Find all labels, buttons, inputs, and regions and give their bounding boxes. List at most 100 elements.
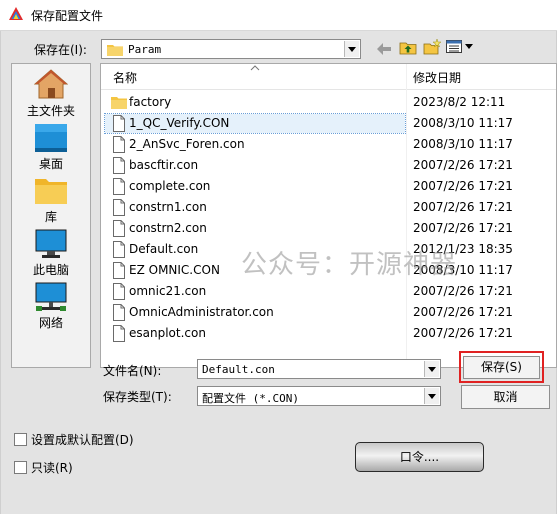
watermark-text: 公众号：开源神器 — [241, 250, 458, 280]
filename-input[interactable]: Default.con — [197, 359, 441, 379]
file-date: 2007/2/26 17:21 — [413, 179, 513, 193]
home-icon — [34, 69, 68, 99]
name-cell: 2_AnSvc_Foren.con — [105, 135, 405, 154]
file-name: constrn2.con — [129, 221, 207, 235]
place-computer[interactable]: 此电脑 — [12, 229, 90, 287]
file-name: Default.con — [129, 242, 199, 256]
file-name: 1_QC_Verify.CON — [129, 116, 230, 130]
save-in-value: Param — [128, 43, 162, 56]
name-cell: esanplot.con — [105, 324, 405, 343]
view-menu-icon[interactable] — [446, 40, 474, 54]
save-button[interactable]: 保存(S) — [463, 356, 540, 379]
network-icon — [35, 282, 67, 311]
file-row[interactable]: bascftir.con 2007/2/26 17:21 — [101, 155, 556, 176]
file-icon — [113, 325, 125, 342]
filename-value: Default.con — [202, 363, 275, 376]
file-icon — [113, 136, 125, 153]
file-date: 2023/8/2 12:11 — [413, 95, 506, 109]
readonly-checkbox[interactable] — [14, 461, 27, 474]
folder-row[interactable]: factory 2023/8/2 12:11 — [101, 92, 556, 113]
new-folder-icon[interactable] — [423, 39, 441, 55]
file-icon — [113, 283, 125, 300]
name-cell: complete.con — [105, 177, 405, 196]
place-label: 主文件夹 — [26, 104, 75, 118]
file-name: 2_AnSvc_Foren.con — [129, 137, 245, 151]
cancel-button[interactable]: 取消 — [461, 385, 550, 409]
library-folder-icon — [35, 179, 67, 204]
chevron-down-icon[interactable] — [424, 361, 439, 377]
file-name: omnic21.con — [129, 284, 207, 298]
file-name: esanplot.con — [129, 326, 206, 340]
file-row[interactable]: constrn2.con 2007/2/26 17:21 — [101, 218, 556, 239]
file-row[interactable]: 1_QC_Verify.CON 2008/3/10 11:17 — [101, 113, 556, 134]
name-cell: omnic21.con — [105, 282, 405, 301]
file-row[interactable]: esanplot.con 2007/2/26 17:21 — [101, 323, 556, 344]
place-library[interactable]: 库 — [12, 176, 90, 234]
file-list[interactable]: 名称 修改日期 factory 2023/8/2 12:11 1_QC_Verify… — [100, 63, 557, 368]
file-date: 2007/2/26 17:21 — [413, 326, 513, 340]
place-label: 桌面 — [38, 157, 63, 171]
set-default-checkbox[interactable] — [14, 433, 27, 446]
file-date: 2007/2/26 17:21 — [413, 221, 513, 235]
file-name: factory — [129, 95, 172, 109]
name-cell: constrn1.con — [105, 198, 405, 217]
computer-icon — [35, 229, 67, 258]
desktop-icon — [35, 124, 67, 152]
title-bar: 保存配置文件 — [0, 0, 557, 31]
save-in-dropdown[interactable]: Param — [101, 39, 361, 59]
file-date: 2007/2/26 17:21 — [413, 158, 513, 172]
file-date: 2007/2/26 17:21 — [413, 200, 513, 214]
chevron-down-icon[interactable] — [424, 388, 439, 404]
file-icon — [113, 199, 125, 216]
file-icon — [113, 220, 125, 237]
place-network[interactable]: 网络 — [12, 282, 90, 340]
file-icon — [113, 241, 125, 258]
name-cell: 1_QC_Verify.CON — [104, 113, 406, 134]
file-row[interactable]: constrn1.con 2007/2/26 17:21 — [101, 197, 556, 218]
name-cell: bascftir.con — [105, 156, 405, 175]
file-name: complete.con — [129, 179, 211, 193]
column-header-date[interactable]: 修改日期 — [407, 64, 556, 90]
readonly-label: 只读(R) — [31, 461, 73, 475]
column-header-name[interactable]: 名称 — [101, 64, 407, 90]
file-date: 2007/2/26 17:21 — [413, 284, 513, 298]
file-name: OmnicAdministrator.con — [129, 305, 274, 319]
name-cell: OmnicAdministrator.con — [105, 303, 405, 322]
place-home[interactable]: 主文件夹 — [12, 68, 90, 126]
place-label: 网络 — [38, 316, 63, 330]
name-cell: factory — [105, 93, 405, 112]
file-icon — [113, 304, 125, 321]
save-in-label: 保存在(I): — [34, 43, 87, 57]
up-folder-icon[interactable] — [399, 39, 417, 55]
folder-icon — [111, 97, 127, 109]
file-icon — [113, 262, 125, 279]
file-icon — [113, 157, 125, 174]
back-arrow-icon[interactable] — [377, 43, 391, 55]
file-name: bascftir.con — [129, 158, 199, 172]
password-button[interactable]: 口令.... — [355, 442, 484, 472]
file-row[interactable]: complete.con 2007/2/26 17:21 — [101, 176, 556, 197]
file-name: EZ OMNIC.CON — [129, 263, 220, 277]
file-name: constrn1.con — [129, 200, 207, 214]
file-row[interactable]: omnic21.con 2007/2/26 17:21 — [101, 281, 556, 302]
set-default-label: 设置成默认配置(D) — [31, 433, 134, 447]
file-row[interactable]: 2_AnSvc_Foren.con 2008/3/10 11:17 — [101, 134, 556, 155]
app-logo-icon — [9, 7, 23, 20]
chevron-down-icon[interactable] — [344, 41, 359, 57]
window-title: 保存配置文件 — [31, 9, 104, 23]
places-bar: 主文件夹 桌面 库 此电脑 网络 — [11, 63, 91, 368]
filename-label: 文件名(N): — [103, 364, 162, 378]
filetype-label: 保存类型(T): — [103, 390, 172, 404]
name-cell: constrn2.con — [105, 219, 405, 238]
file-icon — [113, 178, 125, 195]
file-row[interactable]: OmnicAdministrator.con 2007/2/26 17:21 — [101, 302, 556, 323]
file-date: 2007/2/26 17:21 — [413, 305, 513, 319]
filetype-value: 配置文件 (*.CON) — [202, 392, 299, 405]
filetype-dropdown[interactable]: 配置文件 (*.CON) — [197, 386, 441, 406]
place-desktop[interactable]: 桌面 — [12, 123, 90, 181]
place-label: 此电脑 — [32, 263, 69, 277]
folder-icon — [107, 45, 123, 56]
file-date: 2008/3/10 11:17 — [413, 116, 513, 130]
file-date: 2008/3/10 11:17 — [413, 137, 513, 151]
file-icon — [113, 115, 125, 132]
